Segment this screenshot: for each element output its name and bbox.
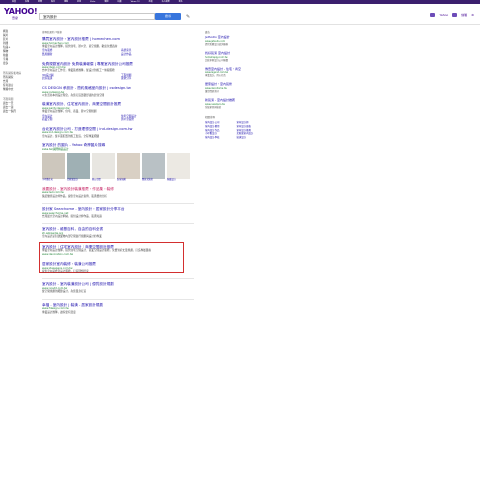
- result-desc: 從空間規劃到細節設計，為您量身打造: [42, 290, 87, 294]
- result-count: 搜尋結果約 3億筆: [42, 31, 62, 34]
- user-link[interactable]: Yahoo: [439, 13, 448, 17]
- sitelinks: 室內裝修 系統家具 舊屋翻新 設計作品: [42, 49, 194, 56]
- related-search-link[interactable]: 室內設計學校: [205, 136, 234, 140]
- highlighted-result: 室內設計｜住宅室內設計｜商業空間設計推薦 專業室內設計團隊，提供住宅空間設計、商…: [39, 241, 194, 273]
- logo-subtitle: 奇摩: [12, 16, 19, 20]
- result-url: zaba.tw/國際精品設計: [42, 147, 69, 151]
- organic-result: 設計家 Searchome - 室內設計・居家設計分享平台 www.search…: [42, 207, 194, 218]
- gear-icon[interactable]: ⚙: [471, 13, 474, 17]
- image-caption[interactable]: 客廳設計: [167, 178, 190, 182]
- result-desc: 專業室內設計團隊，住宅、商業、辦公空間規劃: [42, 110, 97, 114]
- thumbnail-image[interactable]: [167, 153, 190, 180]
- header-right: Yahoo 信箱 ⚙: [430, 13, 474, 17]
- ad-result: 購買室內設計・室內設計推薦 | homechen.com www.homeche…: [42, 37, 194, 57]
- result-desc: 以生活為本的設計理念，為您打造溫馨舒適的居住空間: [42, 93, 105, 97]
- result-desc: 專業室內設計團隊，提供住宅、辦公室、商空規劃，歡迎免費諮詢: [42, 44, 118, 48]
- user-icon[interactable]: [430, 13, 436, 17]
- results-column: 搜尋結果約 3億筆 購買室內設計・室內設計推薦 | homechen.com w…: [39, 30, 194, 319]
- thumbnail-image[interactable]: [42, 153, 65, 180]
- organic-result: 室內設計 - 室內裝潢設計公司 | 優質設計規劃 www.nnsdd.com.t…: [42, 282, 194, 293]
- ad-result: 台北室內設計公司 - 打造理想空間 | ind-design.com.tw ww…: [42, 127, 194, 138]
- thumbnail-image[interactable]: [117, 153, 140, 180]
- thumbnail-image[interactable]: [67, 153, 90, 180]
- ad-desc: 專業設計，用心打造: [205, 74, 226, 78]
- image-strip: [42, 153, 194, 180]
- sitelink[interactable]: 設計作品: [121, 53, 194, 57]
- organic-result: 室內設計 - 維基百科，自由的百科全書 zh.wikipedia.org 室內設…: [42, 227, 194, 238]
- related-searches: 室內設計公司 室內設計師 室內設計費用 室內設計風格 室內設計作品 室內設計推薦…: [205, 121, 265, 140]
- result-desc: 台中室內設計工作室，專業裝修團隊，從設計到施工一條龍服務: [42, 69, 115, 73]
- divider: [42, 278, 194, 280]
- sitelink[interactable]: 案例分享: [121, 77, 194, 81]
- ads-label: 廣告: [205, 31, 211, 34]
- related-search-link[interactable]: 裝潢設計: [237, 136, 266, 140]
- result-desc: 室內設計是對建築物內部空間進行規劃與設計的專業: [42, 235, 102, 239]
- search-button[interactable]: 搜尋: [155, 13, 181, 20]
- side-ad: 新裝潢 - 室內設計推薦 www.newdeco.tw 系統家具與裝修: [205, 98, 265, 109]
- side-ad: 找好裝潢 室內設計 homehappy.com.tw 比較多家設計公司報價: [205, 51, 265, 62]
- result-desc: 專業設計團隊，讓家更有溫度: [42, 310, 76, 314]
- ad-desc: 提供免費設計諮詢服務: [205, 42, 228, 46]
- image-captions: 小坪數住宅 北歐風設計 辦公空間 臥室規劃 開放式廚房 客廳設計: [42, 178, 194, 182]
- divider: [42, 298, 194, 300]
- organic-result: 居家設計室內裝修・裝潢公司推薦 www.ideaspace.com.tw 提供室…: [42, 262, 194, 273]
- time-filter-item[interactable]: 過去一個月: [3, 110, 35, 114]
- sitelink[interactable]: 商業空間: [42, 118, 115, 122]
- ad-result: 免費規劃室內設計 免費裝潢報價 | 專業室內設計公司推薦 www.dsgn.co…: [42, 62, 194, 82]
- image-caption[interactable]: 辦公空間: [92, 178, 115, 182]
- image-caption[interactable]: 臥室規劃: [117, 178, 140, 182]
- side-ad: 傳奇室內設計 - 住宅・商空 www.legend.com.tw 專業設計，用心…: [205, 67, 265, 78]
- right-ads-column: 廣告 JetSoDo 室內設計 www.jetsodo.com 提供免費設計諮詢…: [205, 30, 265, 140]
- image-results: 室內設計 的圖片 - Yahoo 奇摩圖片搜尋 zaba.tw/國際精品設計 小…: [42, 143, 194, 182]
- search-header: YAHOO! 奇摩 室內設計 搜尋 ✎ Yahoo 信箱 ⚙: [0, 4, 480, 25]
- ad-result: CS DESIGN 承設計 - 簡約風格室內設計 | csdesign.tw w…: [42, 86, 194, 97]
- search-input[interactable]: 室內設計: [39, 13, 155, 20]
- region-filter-item[interactable]: 繁體中文: [3, 88, 35, 92]
- image-caption[interactable]: 北歐風設計: [67, 178, 90, 182]
- side-ad: JetSoDo 室內設計 www.jetsodo.com 提供免費設計諮詢服務: [205, 35, 265, 46]
- mail-link[interactable]: 信箱: [461, 13, 467, 17]
- organic-result: 我要設計 - 室內設計裝潢推薦・作品集・裝修 www.iwd.com.tw 集結…: [42, 187, 194, 198]
- left-sidebar: 網頁 圖片 影片 新聞 知識+ 購物 拍賣 字典 更多 所有國家和地區 所有國家…: [3, 30, 35, 114]
- vertical-tab[interactable]: 更多: [3, 62, 35, 66]
- divider: [42, 203, 194, 205]
- sitelinks: 3D設計圖 工程規劃 居家裝潢 案例分享: [42, 74, 194, 81]
- result-desc: 集結優秀設計師作品，提供室內設計案例、裝潢費用分析: [42, 194, 107, 198]
- thumbnail-image[interactable]: [92, 153, 115, 180]
- divider: [42, 223, 194, 225]
- sitelinks: 室內設計 住宅空間設計 商業空間 辦公室裝修: [42, 115, 194, 122]
- image-caption[interactable]: 開放式廚房: [142, 178, 165, 182]
- sitelink[interactable]: 辦公室裝修: [121, 118, 194, 122]
- thumbnail-image[interactable]: [142, 153, 165, 180]
- pencil-icon[interactable]: ✎: [186, 14, 190, 20]
- ad-desc: 讓空間更美好: [205, 90, 219, 94]
- result-desc: 室內設計，從平面配置到施工監造，全程專業把關: [42, 134, 100, 138]
- ad-desc: 系統家具與裝修: [205, 105, 222, 109]
- yahoo-logo[interactable]: YAHOO!: [4, 8, 38, 16]
- ad-desc: 比較多家設計公司報價: [205, 58, 228, 62]
- related-searches-title: 相關搜尋: [205, 115, 216, 119]
- sitelink[interactable]: 居家裝潢: [42, 77, 115, 81]
- ad-result: 裝潢室內設計、住宅室內設計、商業空間設計推薦 www.parity.design…: [42, 102, 194, 122]
- image-caption[interactable]: 小坪數住宅: [42, 178, 65, 182]
- side-ad: 居家設計・室內裝修 www.decohome.tw 讓空間更美好: [205, 83, 265, 94]
- result-desc: 提供室內裝修及設計服務，打造理想居家: [42, 269, 89, 273]
- mail-icon[interactable]: [452, 13, 458, 17]
- result-desc: 台灣最大室內設計網站，提供設計師作品、裝潢知識: [42, 215, 102, 219]
- organic-result: 幸福 - 室內設計 | 裝潢 - 居家設計規劃 www.fdesign.com.…: [42, 303, 194, 314]
- sitelink[interactable]: 舊屋翻新: [42, 53, 115, 57]
